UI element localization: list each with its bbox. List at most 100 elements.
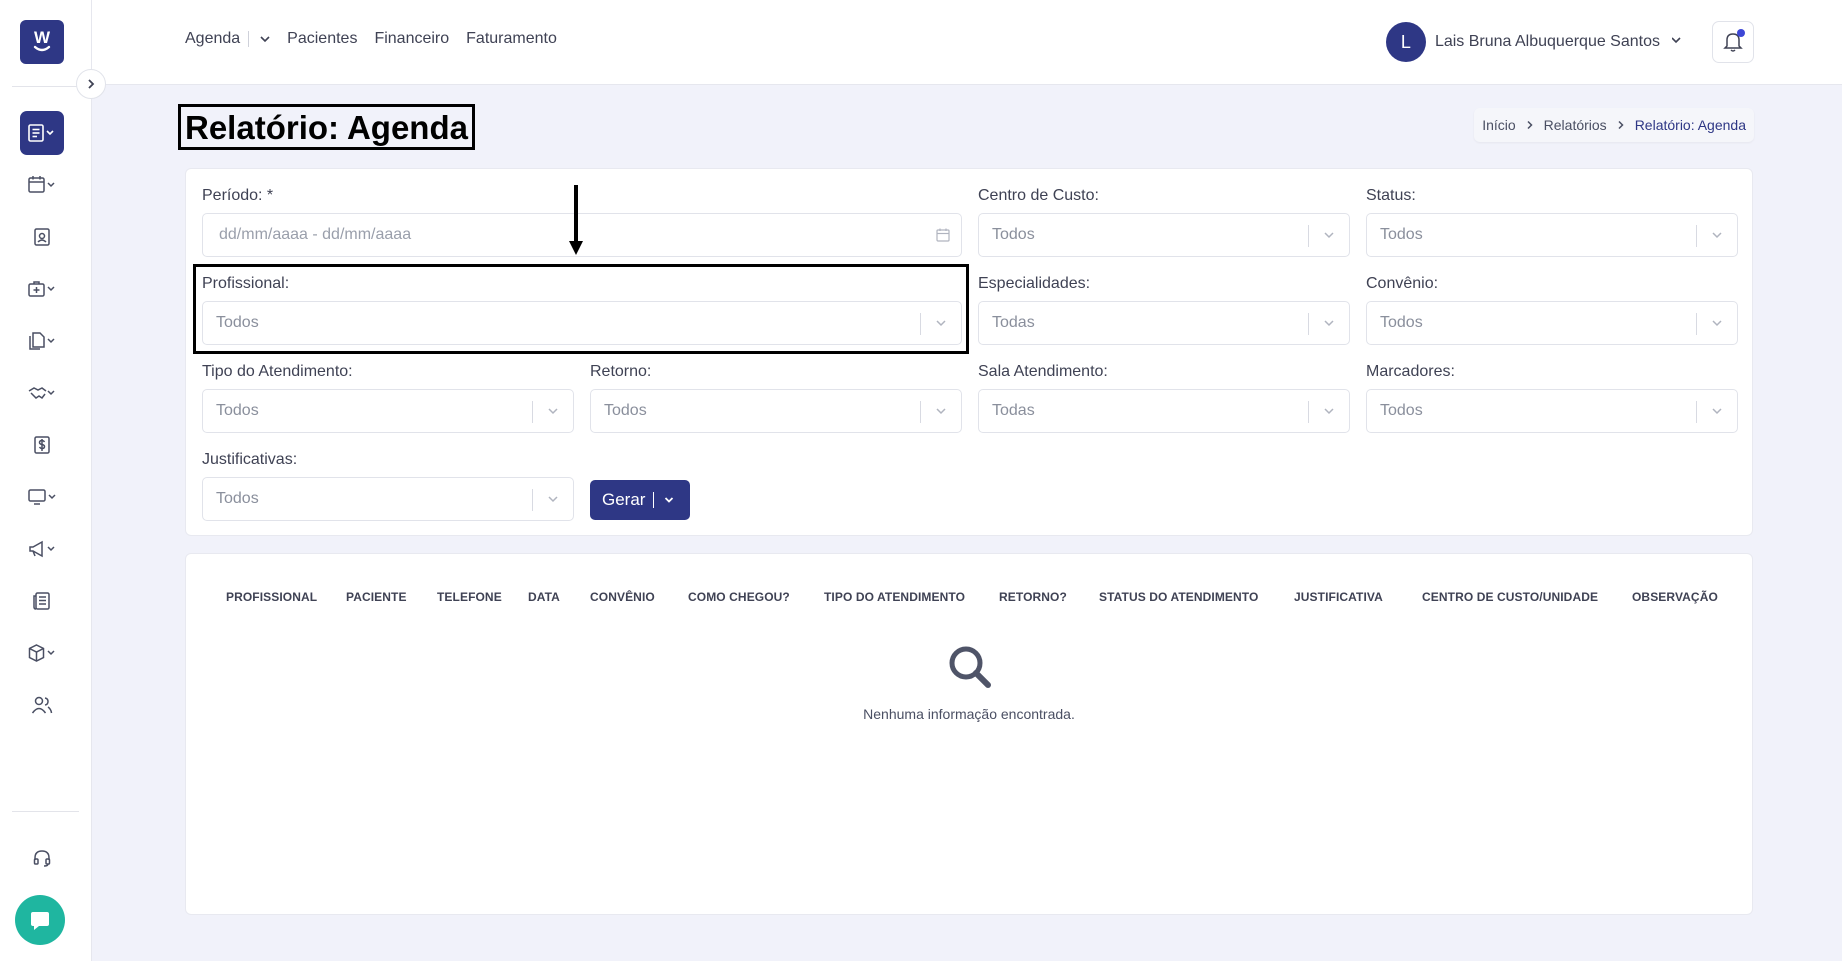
tipo-atendimento-label: Tipo do Atendimento:: [202, 363, 353, 380]
button-separator: [653, 492, 655, 508]
chevron-down-icon: [663, 494, 675, 506]
select-separator: [1308, 225, 1309, 247]
sidebar-item-reports[interactable]: [20, 111, 64, 155]
chevron-down-icon: [1672, 37, 1681, 44]
select-separator: [920, 401, 921, 423]
retorno-select[interactable]: Todos: [590, 389, 962, 433]
breadcrumb: Início Relatórios Relatório: Agenda: [1474, 108, 1754, 142]
select-separator: [1308, 313, 1309, 335]
marcadores-select[interactable]: Todos: [1366, 389, 1738, 433]
especialidades-label: Especialidades:: [978, 275, 1091, 292]
column-header-paciente[interactable]: PACIENTE: [346, 590, 407, 604]
calendar-icon: [28, 176, 55, 193]
headset-icon: [33, 850, 51, 867]
top-navigation: Agenda Pacientes Financeiro Faturamento: [185, 30, 574, 48]
breadcrumb-current: Relatório: Agenda: [1634, 117, 1746, 133]
nav-item-agenda[interactable]: Agenda: [185, 30, 240, 48]
empty-state-message: Nenhuma informação encontrada.: [863, 706, 1075, 722]
monitor-icon: [28, 489, 56, 505]
column-header-telefone[interactable]: TELEFONE: [437, 590, 502, 604]
profissional-highlight-box: [193, 264, 969, 354]
sala-atendimento-label: Sala Atendimento:: [978, 363, 1108, 380]
sala-atendimento-select[interactable]: Todas: [978, 389, 1350, 433]
chat-button[interactable]: [15, 895, 65, 945]
column-header-tipo-atendimento[interactable]: TIPO DO ATENDIMENTO: [824, 590, 965, 604]
breadcrumb-home[interactable]: Início: [1482, 117, 1515, 133]
sidebar: W: [0, 0, 92, 961]
tipo-atendimento-select[interactable]: Todos: [202, 389, 574, 433]
nav-item-financeiro[interactable]: Financeiro: [374, 30, 449, 48]
medical-bag-icon: [28, 281, 55, 297]
users-icon: [31, 696, 53, 714]
sidebar-item-finance[interactable]: [20, 423, 64, 467]
status-select[interactable]: Todos: [1366, 213, 1738, 257]
marcadores-label: Marcadores:: [1366, 363, 1455, 380]
convenio-value: Todos: [1380, 314, 1423, 331]
column-header-profissional[interactable]: PROFISSIONAL: [226, 590, 317, 604]
status-value: Todos: [1380, 226, 1423, 243]
column-header-justificativa[interactable]: JUSTIFICATIVA: [1294, 590, 1383, 604]
column-header-convenio[interactable]: CONVÊNIO: [590, 590, 655, 604]
gerar-button[interactable]: Gerar: [590, 480, 690, 520]
sidebar-item-support[interactable]: [20, 836, 64, 880]
top-bar: Agenda Pacientes Financeiro Faturamento …: [92, 0, 1842, 85]
chevron-down-icon: [546, 492, 560, 511]
box-icon: [28, 644, 55, 662]
sidebar-item-marketing[interactable]: [20, 527, 64, 571]
sidebar-item-news[interactable]: [20, 579, 64, 623]
sidebar-item-inventory[interactable]: [20, 631, 64, 675]
documents-icon: [29, 332, 55, 350]
chevron-down-icon: [1710, 316, 1724, 335]
calendar-icon: [935, 227, 951, 248]
column-header-como-chegou[interactable]: COMO CHEGOU?: [688, 590, 790, 604]
sidebar-item-medical[interactable]: [20, 267, 64, 311]
svg-text:W: W: [34, 28, 51, 47]
column-header-retorno[interactable]: RETORNO?: [999, 590, 1067, 604]
arrow-down-icon: [569, 185, 583, 255]
sidebar-item-documents[interactable]: [20, 319, 64, 363]
sidebar-item-patients[interactable]: [20, 215, 64, 259]
app-logo[interactable]: W: [20, 20, 64, 64]
select-separator: [1696, 401, 1697, 423]
breadcrumb-reports[interactable]: Relatórios: [1544, 117, 1607, 133]
justificativas-select[interactable]: Todos: [202, 477, 574, 521]
finance-icon: [34, 436, 50, 454]
centro-custo-label: Centro de Custo:: [978, 187, 1099, 204]
retorno-label: Retorno:: [590, 363, 652, 380]
centro-custo-select[interactable]: Todos: [978, 213, 1350, 257]
sidebar-divider: [12, 86, 79, 87]
user-menu[interactable]: L Lais Bruna Albuquerque Santos: [1385, 22, 1684, 62]
periodo-placeholder: dd/mm/aaaa - dd/mm/aaaa: [219, 226, 412, 243]
status-label: Status:: [1366, 187, 1416, 204]
sidebar-toggle-button[interactable]: [76, 69, 106, 99]
sidebar-item-agreements[interactable]: [20, 371, 64, 415]
select-separator: [532, 489, 533, 511]
sidebar-item-monitor[interactable]: [20, 475, 64, 519]
column-header-status-atendimento[interactable]: STATUS DO ATENDIMENTO: [1099, 590, 1258, 604]
chevron-down-icon: [546, 404, 560, 423]
select-separator: [1696, 313, 1697, 335]
sidebar-item-calendar[interactable]: [20, 163, 64, 207]
nav-separator: [248, 31, 250, 47]
select-separator: [1308, 401, 1309, 423]
agenda-dropdown-toggle[interactable]: [259, 33, 271, 45]
nav-item-faturamento[interactable]: Faturamento: [466, 30, 557, 48]
column-header-data[interactable]: DATA: [528, 590, 560, 604]
convenio-select[interactable]: Todos: [1366, 301, 1738, 345]
nav-item-pacientes[interactable]: Pacientes: [287, 30, 357, 48]
chevron-down-icon: [260, 36, 270, 43]
especialidades-select[interactable]: Todas: [978, 301, 1350, 345]
notifications-button[interactable]: [1712, 21, 1754, 63]
search-icon: [949, 646, 991, 688]
select-separator: [532, 401, 533, 423]
column-header-observacao[interactable]: OBSERVAÇÃO: [1632, 590, 1718, 604]
select-separator: [1696, 225, 1697, 247]
column-header-centro-custo[interactable]: CENTRO DE CUSTO/UNIDADE: [1422, 590, 1598, 604]
chevron-down-icon: [934, 404, 948, 423]
chevron-down-icon: [1322, 316, 1336, 335]
sidebar-item-users[interactable]: [20, 683, 64, 727]
retorno-value: Todos: [604, 402, 647, 419]
especialidades-value: Todas: [992, 314, 1035, 331]
chevron-down-icon: [1710, 404, 1724, 423]
reports-icon: [28, 124, 54, 142]
